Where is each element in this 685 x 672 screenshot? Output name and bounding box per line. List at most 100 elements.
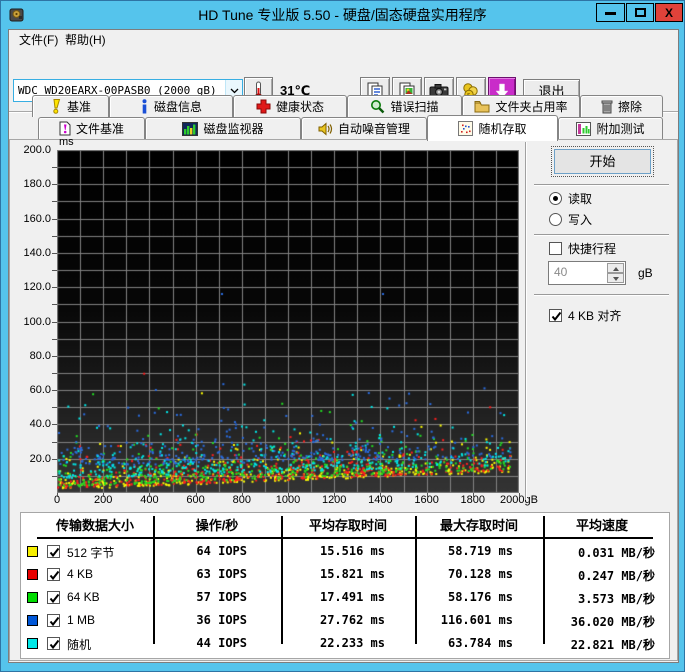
toolbar: WDC WD20EARX-00PASB0 (2000 gB) 31℃ 退出	[9, 50, 678, 113]
y-tick	[52, 390, 57, 391]
write-label: 写入	[568, 213, 593, 227]
separator	[534, 184, 669, 186]
menu-bar: 文件(F) 帮助(H)	[9, 30, 678, 50]
y-axis-label: 200.0	[23, 144, 51, 156]
results-group: 传输数据大小 操作/秒 平均存取时间 最大存取时间 平均速度 512 字节 64 IOPS…	[20, 512, 670, 659]
tab-error-scan[interactable]: 错误扫描	[347, 95, 462, 117]
short-stroke-label: 快捷行程	[568, 242, 617, 256]
short-stroke-option[interactable]: 快捷行程	[549, 240, 616, 257]
y-tick	[52, 201, 57, 202]
series-checkbox[interactable]	[47, 545, 60, 558]
series-color-swatch	[27, 569, 38, 580]
series-checkbox[interactable]	[47, 637, 60, 650]
benchmark-icon	[53, 99, 61, 114]
tab-label: 随机存取	[478, 122, 527, 136]
table-header: 操作/秒	[195, 518, 239, 533]
erase-trash-icon	[601, 100, 613, 114]
tab-aam[interactable]: 自动噪音管理	[301, 117, 427, 139]
y-tick	[52, 459, 57, 460]
speed-value: 0.031 MB/秒	[577, 546, 655, 560]
y-tick	[52, 322, 57, 323]
tab-benchmark[interactable]: 基准	[32, 95, 109, 117]
hdtune-window: HD Tune 专业版 5.50 - 硬盘/固态硬盘实用程序 X 文件(F) 帮…	[0, 0, 685, 672]
tab-label: 基准	[66, 100, 91, 114]
title-bar[interactable]: HD Tune 专业版 5.50 - 硬盘/固态硬盘实用程序 X	[1, 1, 684, 29]
read-radio[interactable]	[549, 192, 562, 205]
separator	[534, 234, 669, 236]
tab-disk-monitor[interactable]: 磁盘监视器	[145, 117, 301, 139]
series-label: 512 字节	[67, 546, 115, 560]
table-header: 传输数据大小	[55, 518, 134, 533]
x-tick	[103, 493, 104, 497]
series-checkbox[interactable]	[47, 591, 60, 604]
info-icon	[142, 99, 147, 114]
maximize-button[interactable]	[626, 3, 654, 22]
speaker-icon	[318, 121, 333, 136]
tab-label: 附加测试	[596, 122, 645, 136]
avg-access-value: 27.762 ms	[319, 613, 385, 627]
tab-label: 文件基准	[75, 122, 124, 136]
max-access-value: 58.719 ms	[447, 544, 513, 558]
tab-extra-tests[interactable]: 附加测试	[558, 117, 663, 139]
align-option[interactable]: 4 KB 对齐	[549, 307, 621, 324]
extra-tests-icon	[576, 121, 592, 136]
short-stroke-checkbox[interactable]	[549, 242, 562, 255]
align-checkbox[interactable]	[549, 309, 562, 322]
minimize-button[interactable]	[596, 3, 625, 22]
random-access-icon	[458, 121, 474, 136]
align-label: 4 KB 对齐	[568, 309, 622, 323]
short-stroke-size-field[interactable]: 40	[548, 261, 626, 285]
tab-disk-info[interactable]: 磁盘信息	[109, 95, 233, 117]
tab-health[interactable]: 健康状态	[233, 95, 347, 117]
tab-label: 健康状态	[275, 100, 324, 114]
start-button[interactable]: 开始	[551, 146, 654, 177]
tab-random-access[interactable]: 随机存取	[427, 115, 558, 141]
x-tick	[288, 493, 289, 497]
tab-row-2: 文件基准 磁盘监视器 自动噪音管理 随机存取 附加测试	[9, 115, 678, 141]
y-tick	[52, 424, 57, 425]
close-icon: X	[664, 6, 673, 20]
iops-value: 63 IOPS	[196, 567, 247, 581]
write-option[interactable]: 写入	[549, 211, 592, 228]
avg-access-value: 15.821 ms	[319, 567, 385, 581]
write-radio[interactable]	[549, 213, 562, 226]
table-row: 1 MB 36 IOPS 27.762 ms 116.601 ms 36.020 MB/…	[21, 610, 669, 633]
max-access-value: 63.784 ms	[447, 636, 513, 650]
x-tick	[57, 493, 58, 497]
table-row: 随机 44 IOPS 22.233 ms 63.784 ms 22.821 MB/秒	[21, 633, 669, 656]
series-label: 64 KB	[67, 590, 100, 604]
tab-file-benchmark[interactable]: 文件基准	[38, 117, 145, 139]
table-header: 平均存取时间	[308, 518, 387, 533]
spin-down-button[interactable]	[607, 273, 624, 283]
avg-access-value: 17.491 ms	[319, 590, 385, 604]
iops-value: 57 IOPS	[196, 590, 247, 604]
table-row: 512 字节 64 IOPS 15.516 ms 58.719 ms 0.031 MB/…	[21, 541, 669, 564]
y-tick	[52, 287, 57, 288]
series-color-swatch	[27, 546, 38, 557]
x-tick	[473, 493, 474, 497]
window-title: HD Tune 专业版 5.50 - 硬盘/固态硬盘实用程序	[198, 7, 487, 23]
y-axis-label: 80.0	[29, 349, 51, 362]
table-header: 平均速度	[575, 518, 628, 533]
short-stroke-size-value: 40	[554, 265, 568, 279]
header-underline	[37, 537, 653, 539]
series-checkbox[interactable]	[47, 614, 60, 627]
tab-label: 磁盘信息	[153, 100, 202, 114]
tab-row-1: 基准 磁盘信息 健康状态 错误扫描 文件夹占用率 擦除	[9, 95, 678, 117]
close-button[interactable]: X	[655, 3, 683, 22]
menu-help[interactable]: 帮助(H)	[57, 30, 114, 50]
tab-folder-usage[interactable]: 文件夹占用率	[462, 95, 580, 117]
y-tick	[52, 373, 57, 374]
series-label: 4 KB	[67, 567, 94, 581]
y-tick	[52, 442, 57, 443]
y-tick	[52, 304, 57, 305]
y-axis-label: 160.0	[23, 212, 51, 225]
series-checkbox[interactable]	[47, 568, 60, 581]
read-option[interactable]: 读取	[549, 190, 592, 207]
tab-erase[interactable]: 擦除	[580, 95, 663, 117]
max-access-value: 116.601 ms	[440, 613, 513, 627]
minimize-icon	[605, 12, 616, 15]
spin-up-button[interactable]	[607, 263, 624, 273]
y-axis-unit: ms	[59, 136, 74, 148]
speed-value: 36.020 MB/秒	[570, 615, 655, 629]
